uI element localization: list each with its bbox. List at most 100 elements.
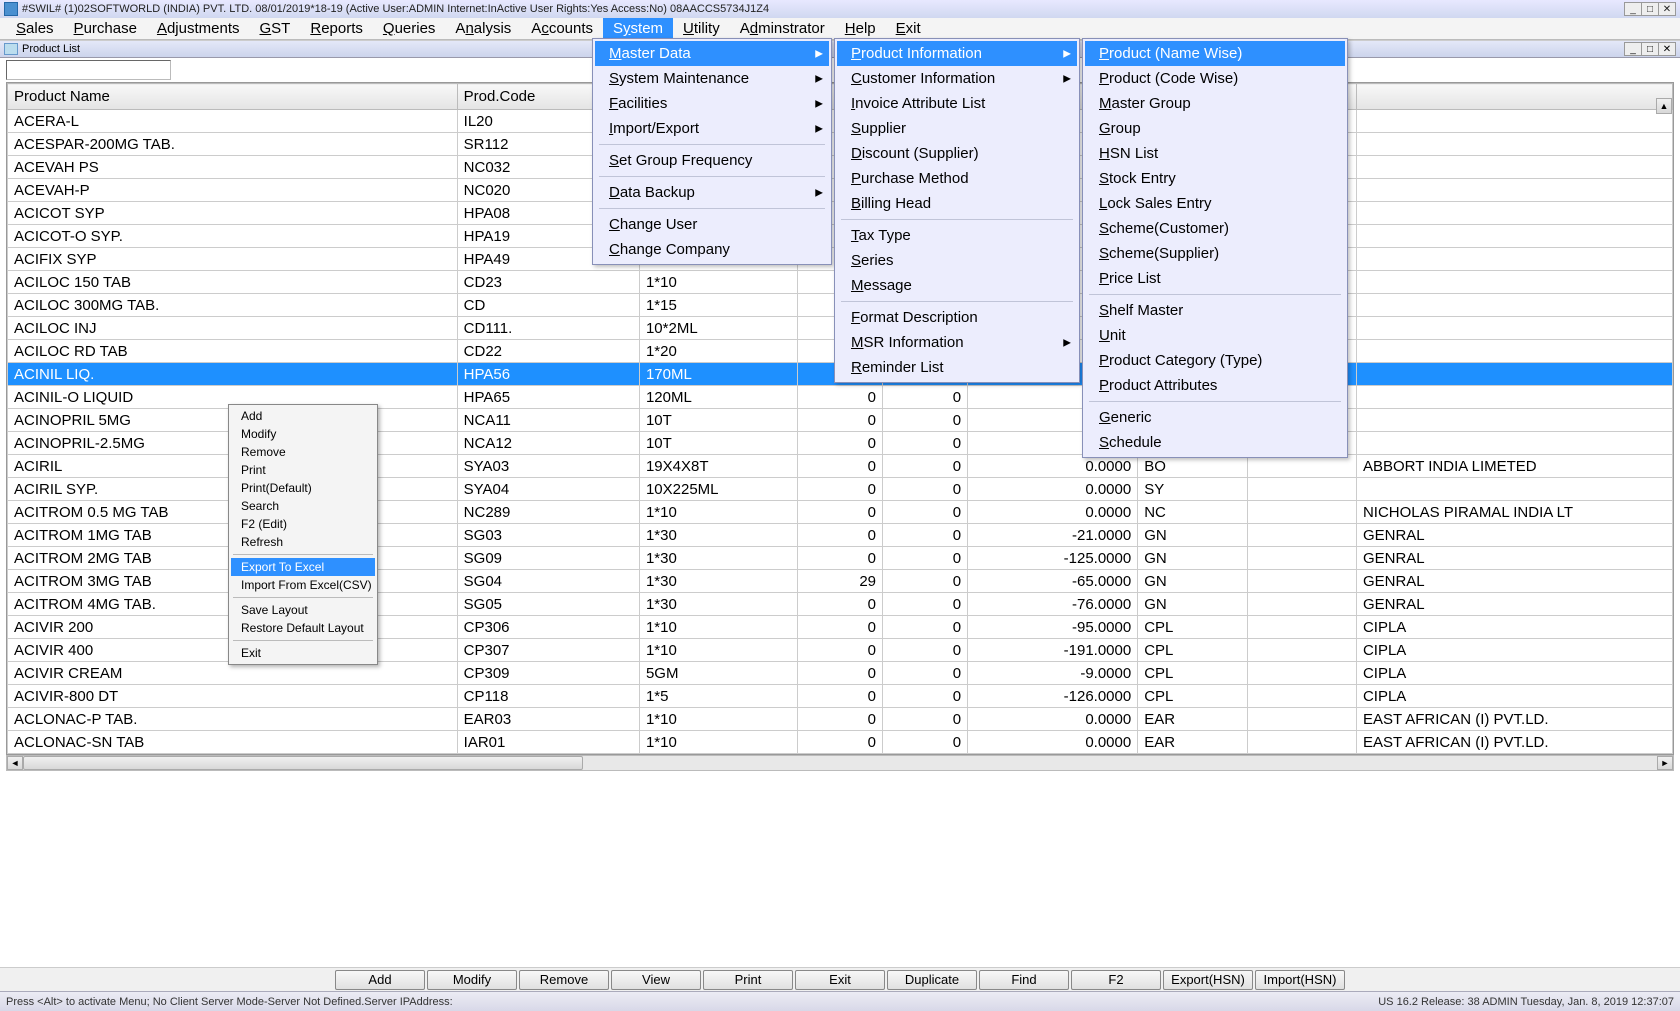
menu-exit[interactable]: Exit	[886, 18, 931, 39]
dropdown-item[interactable]: Generic	[1085, 405, 1345, 430]
table-cell: 1*30	[639, 547, 797, 570]
dropdown-item[interactable]: Change Company	[595, 237, 829, 262]
table-row[interactable]: ACLONAC-SN TABIAR011*10000.0000EAREAST A…	[8, 731, 1673, 754]
horizontal-scrollbar[interactable]: ◄ ►	[6, 755, 1674, 771]
product-info-dropdown[interactable]: Product (Name Wise)Product (Code Wise)Ma…	[1082, 38, 1348, 458]
context-item[interactable]: Exit	[231, 644, 375, 662]
close-button[interactable]: ✕	[1658, 2, 1676, 16]
dropdown-item[interactable]: Message	[837, 273, 1077, 298]
dropdown-item[interactable]: Price List	[1085, 266, 1345, 291]
dropdown-item[interactable]: Supplier	[837, 116, 1077, 141]
dropdown-item[interactable]: System Maintenance▶	[595, 66, 829, 91]
table-cell: ACIVIR-800 DT	[8, 685, 458, 708]
dropdown-item[interactable]: Format Description	[837, 305, 1077, 330]
dropdown-item[interactable]: Stock Entry	[1085, 166, 1345, 191]
import-hsn--button[interactable]: Import(HSN)	[1255, 970, 1345, 990]
dropdown-item[interactable]: Product Attributes	[1085, 373, 1345, 398]
master-data-dropdown[interactable]: Product Information▶Customer Information…	[834, 38, 1080, 383]
context-item[interactable]: Export To Excel	[231, 558, 375, 576]
context-item[interactable]: Refresh	[231, 533, 375, 551]
remove-button[interactable]: Remove	[519, 970, 609, 990]
dropdown-item[interactable]: MSR Information▶	[837, 330, 1077, 355]
menu-system[interactable]: System	[603, 18, 673, 39]
scroll-left-arrow-icon[interactable]: ◄	[7, 756, 23, 770]
menu-utility[interactable]: Utility	[673, 18, 730, 39]
scroll-thumb[interactable]	[23, 756, 583, 770]
dropdown-item[interactable]: Invoice Attribute List	[837, 91, 1077, 116]
dropdown-item[interactable]: Master Data▶	[595, 41, 829, 66]
dropdown-item[interactable]: Customer Information▶	[837, 66, 1077, 91]
subwindow-minimize-button[interactable]: _	[1624, 42, 1642, 56]
search-input[interactable]	[6, 60, 171, 80]
menu-adjustments[interactable]: Adjustments	[147, 18, 250, 39]
scroll-up-arrow-icon[interactable]: ▲	[1656, 98, 1672, 114]
menu-purchase[interactable]: Purchase	[64, 18, 147, 39]
dropdown-item[interactable]: Series	[837, 248, 1077, 273]
dropdown-item[interactable]: Facilities▶	[595, 91, 829, 116]
menu-adminstrator[interactable]: Adminstrator	[730, 18, 835, 39]
dropdown-item[interactable]: Schedule	[1085, 430, 1345, 455]
dropdown-item[interactable]: Scheme(Supplier)	[1085, 241, 1345, 266]
print-button[interactable]: Print	[703, 970, 793, 990]
dropdown-item[interactable]: Product (Code Wise)	[1085, 66, 1345, 91]
table-cell: 0	[797, 478, 882, 501]
dropdown-item[interactable]: Discount (Supplier)	[837, 141, 1077, 166]
menu-gst[interactable]: GST	[250, 18, 301, 39]
context-item[interactable]: Restore Default Layout	[231, 619, 375, 637]
menu-reports[interactable]: Reports	[300, 18, 373, 39]
table-row[interactable]: ACLONAC-P TAB.EAR031*10000.0000EAREAST A…	[8, 708, 1673, 731]
view-button[interactable]: View	[611, 970, 701, 990]
context-item[interactable]: Print	[231, 461, 375, 479]
context-menu[interactable]: AddModifyRemovePrintPrint(Default)Search…	[228, 404, 378, 665]
table-cell	[1356, 202, 1672, 225]
dropdown-item[interactable]: Lock Sales Entry	[1085, 191, 1345, 216]
context-item[interactable]: Remove	[231, 443, 375, 461]
column-header[interactable]: Product Name	[8, 84, 458, 110]
table-cell	[1356, 478, 1672, 501]
dropdown-item[interactable]: Purchase Method	[837, 166, 1077, 191]
export-hsn--button[interactable]: Export(HSN)	[1163, 970, 1253, 990]
column-header[interactable]	[1356, 84, 1672, 110]
context-item[interactable]: Save Layout	[231, 601, 375, 619]
restore-button[interactable]: □	[1641, 2, 1659, 16]
add-button[interactable]: Add	[335, 970, 425, 990]
dropdown-item[interactable]: Reminder List	[837, 355, 1077, 380]
dropdown-item[interactable]: HSN List	[1085, 141, 1345, 166]
menu-help[interactable]: Help	[835, 18, 886, 39]
dropdown-item[interactable]: Product (Name Wise)	[1085, 41, 1345, 66]
dropdown-item[interactable]: Import/Export▶	[595, 116, 829, 141]
subwindow-restore-button[interactable]: □	[1641, 42, 1659, 56]
table-row[interactable]: ACIVIR-800 DTCP1181*500-126.0000CPLCIPLA	[8, 685, 1673, 708]
dropdown-item[interactable]: Set Group Frequency	[595, 148, 829, 173]
context-item[interactable]: Search	[231, 497, 375, 515]
dropdown-item[interactable]: Billing Head	[837, 191, 1077, 216]
dropdown-item[interactable]: Change User	[595, 212, 829, 237]
dropdown-item[interactable]: Scheme(Customer)	[1085, 216, 1345, 241]
dropdown-item[interactable]: Data Backup▶	[595, 180, 829, 205]
modify-button[interactable]: Modify	[427, 970, 517, 990]
dropdown-item[interactable]: Tax Type	[837, 223, 1077, 248]
minimize-button[interactable]: _	[1624, 2, 1642, 16]
system-dropdown[interactable]: Master Data▶System Maintenance▶Facilitie…	[592, 38, 832, 265]
dropdown-item[interactable]: Unit	[1085, 323, 1345, 348]
dropdown-item[interactable]: Master Group	[1085, 91, 1345, 116]
subwindow-close-button[interactable]: ✕	[1658, 42, 1676, 56]
context-item[interactable]: Add	[231, 407, 375, 425]
dropdown-item[interactable]: Group	[1085, 116, 1345, 141]
exit-button[interactable]: Exit	[795, 970, 885, 990]
dropdown-item[interactable]: Shelf Master	[1085, 298, 1345, 323]
f2-button[interactable]: F2	[1071, 970, 1161, 990]
dropdown-item[interactable]: Product Information▶	[837, 41, 1077, 66]
context-item[interactable]: Print(Default)	[231, 479, 375, 497]
find-button[interactable]: Find	[979, 970, 1069, 990]
dropdown-item[interactable]: Product Category (Type)	[1085, 348, 1345, 373]
context-item[interactable]: Import From Excel(CSV)	[231, 576, 375, 594]
context-item[interactable]: Modify	[231, 425, 375, 443]
duplicate-button[interactable]: Duplicate	[887, 970, 977, 990]
menu-queries[interactable]: Queries	[373, 18, 446, 39]
menu-accounts[interactable]: Accounts	[521, 18, 603, 39]
menu-analysis[interactable]: Analysis	[445, 18, 521, 39]
scroll-right-arrow-icon[interactable]: ►	[1657, 756, 1673, 770]
context-item[interactable]: F2 (Edit)	[231, 515, 375, 533]
menu-sales[interactable]: Sales	[6, 18, 64, 39]
